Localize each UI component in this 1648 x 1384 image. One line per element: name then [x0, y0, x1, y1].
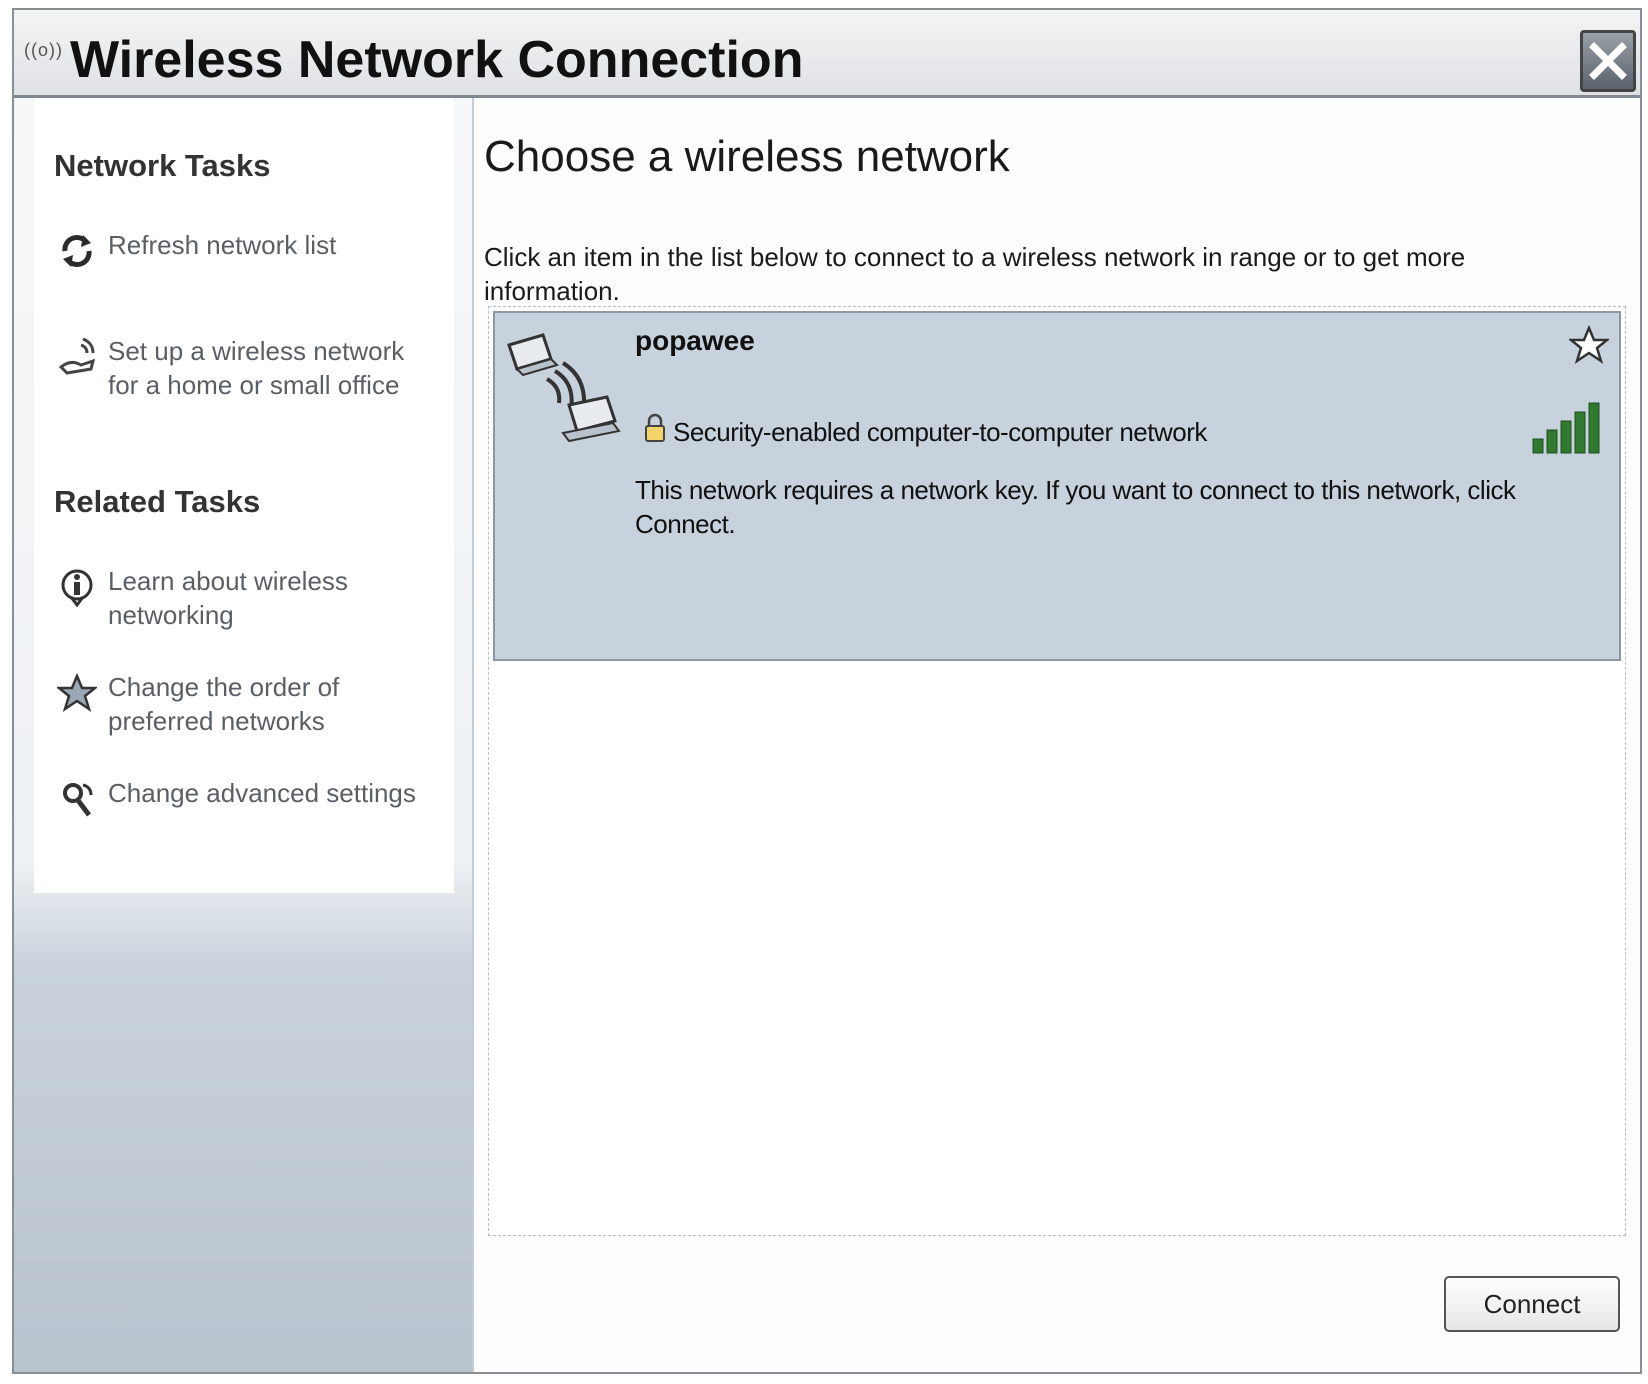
- task-panel: Network Tasks Refresh network list Set u…: [34, 98, 454, 893]
- star-icon: [54, 670, 100, 716]
- preferred-star-icon: [1569, 325, 1609, 364]
- computer-to-computer-icon: [507, 333, 621, 443]
- task-pane: Network Tasks Refresh network list Set u…: [14, 98, 474, 1372]
- task-label: Learn about wireless networking: [108, 566, 348, 630]
- close-icon: [1589, 42, 1627, 80]
- network-description: This network requires a network key. If …: [635, 475, 1516, 539]
- title-bar: ((o)) Wireless Network Connection: [14, 10, 1640, 98]
- signal-bar: [1574, 411, 1586, 454]
- wireless-network-connection-window: ((o)) Wireless Network Connection Networ…: [12, 8, 1642, 1374]
- connect-button[interactable]: Connect: [1444, 1276, 1620, 1332]
- wireless-icon: ((o)): [24, 40, 63, 60]
- task-learn-wireless-networking[interactable]: Learn about wireless networking: [54, 564, 444, 632]
- task-label: Set up a wireless network for a home or …: [108, 336, 405, 400]
- task-setup-wireless-network[interactable]: Set up a wireless network for a home or …: [54, 334, 444, 402]
- window-title: Wireless Network Connection: [70, 31, 804, 89]
- instructions-text: Click an item in the list below to conne…: [484, 242, 1466, 306]
- network-name: popawee: [635, 325, 755, 356]
- settings-icon: [54, 776, 100, 822]
- close-button[interactable]: [1580, 30, 1636, 92]
- signal-strength-icon: [1532, 402, 1600, 454]
- page-title: Choose a wireless network: [484, 132, 1010, 181]
- task-label: Change advanced settings: [108, 778, 416, 808]
- signal-bar: [1546, 429, 1558, 454]
- network-tasks-title: Network Tasks: [54, 148, 271, 183]
- signal-bar: [1560, 420, 1572, 454]
- security-type: Security-enabled computer-to-computer ne…: [673, 417, 1207, 447]
- network-list[interactable]: popawee Security-enabled computer-to-com…: [488, 306, 1626, 1236]
- signal-bar: [1532, 438, 1544, 454]
- main-content: Choose a wireless network Click an item …: [474, 98, 1640, 1372]
- signal-bar: [1588, 402, 1600, 454]
- task-change-advanced-settings[interactable]: Change advanced settings: [54, 776, 444, 822]
- refresh-icon: [54, 228, 100, 274]
- task-change-preferred-order[interactable]: Change the order of preferred networks: [54, 670, 444, 738]
- task-label: Refresh network list: [108, 230, 337, 260]
- info-icon: [54, 564, 100, 610]
- related-tasks-title: Related Tasks: [54, 484, 261, 519]
- wireless-setup-icon: [54, 334, 100, 380]
- lock-icon: [645, 413, 665, 442]
- task-label: Change the order of preferred networks: [108, 672, 340, 736]
- network-list-item[interactable]: popawee Security-enabled computer-to-com…: [493, 311, 1621, 661]
- task-refresh-network-list[interactable]: Refresh network list: [54, 228, 444, 274]
